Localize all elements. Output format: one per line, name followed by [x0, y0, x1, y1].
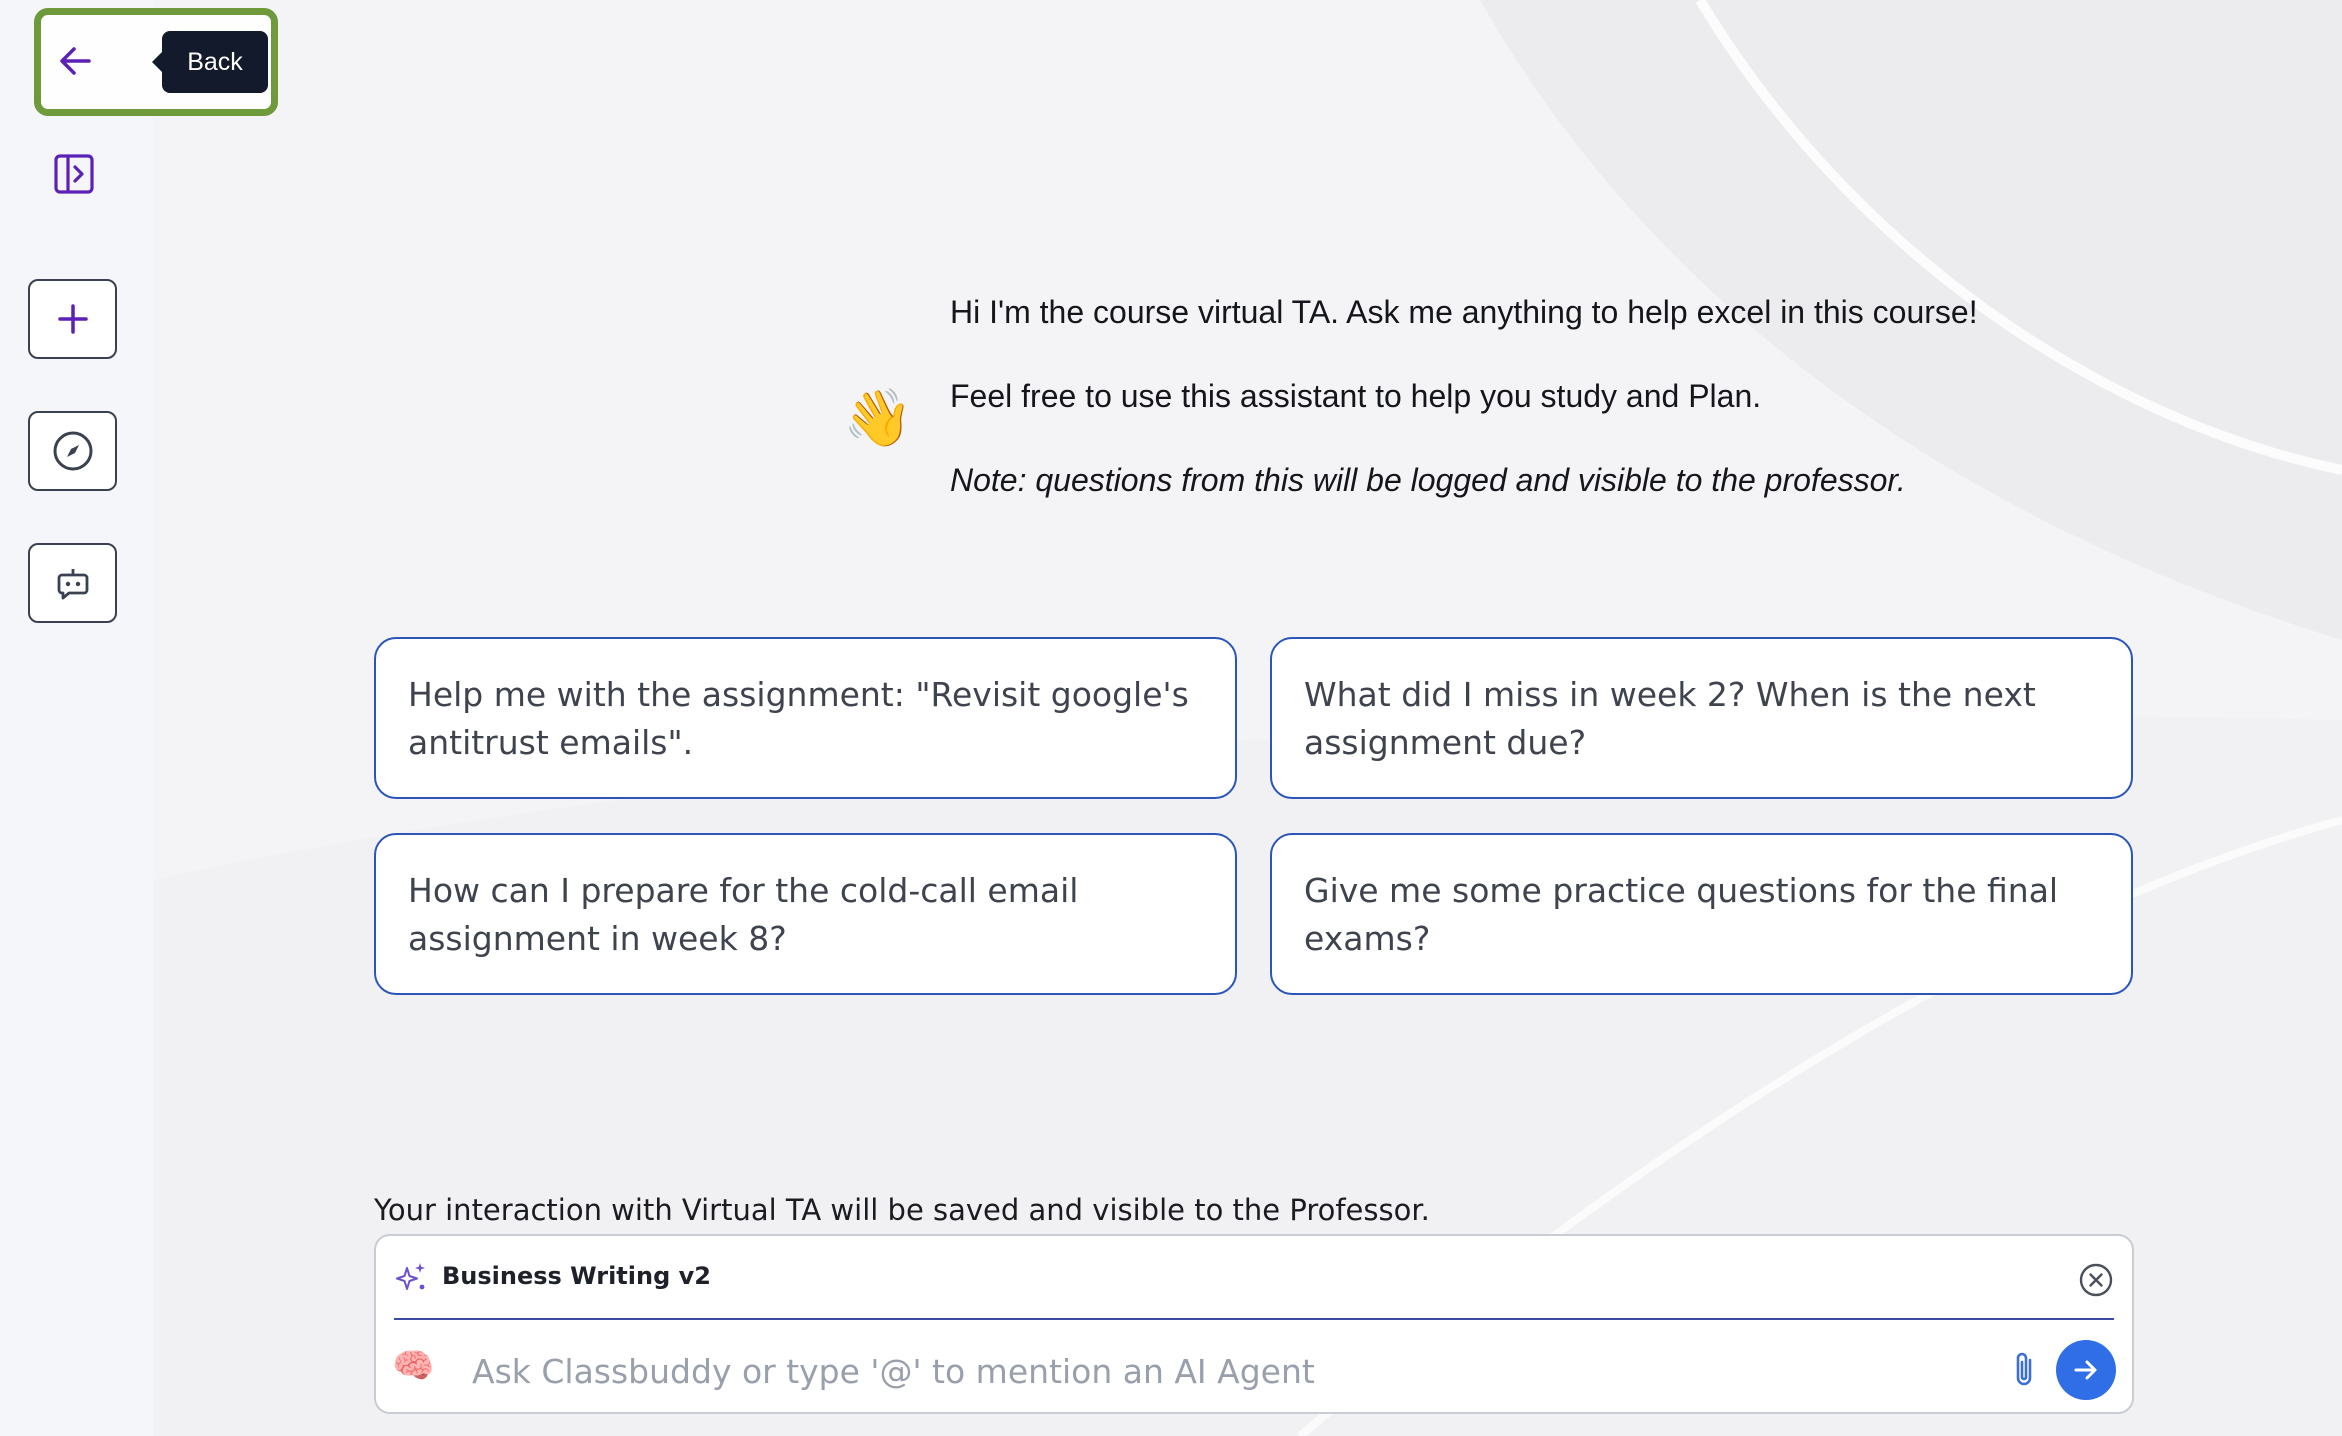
- suggestion-card[interactable]: Give me some practice questions for the …: [1270, 833, 2133, 995]
- disclaimer-text: Your interaction with Virtual TA will be…: [374, 1193, 1430, 1227]
- suggestion-card[interactable]: Help me with the assignment: "Revisit go…: [374, 637, 1237, 799]
- ask-input[interactable]: [470, 1340, 1474, 1402]
- intro-line-2: Feel free to use this assistant to help …: [950, 378, 1762, 414]
- new-chat-button[interactable]: [28, 279, 117, 359]
- suggestion-card[interactable]: How can I prepare for the cold-call emai…: [374, 833, 1237, 995]
- back-tooltip: Back: [152, 31, 268, 93]
- agent-name: Business Writing v2: [442, 1262, 711, 1290]
- plus-icon: [57, 304, 88, 334]
- arrow-left-icon: [60, 47, 91, 75]
- intro-line-1: Hi I'm the course virtual TA. Ask me any…: [950, 294, 1978, 330]
- selected-agent-row: Business Writing v2: [394, 1252, 2114, 1308]
- send-button[interactable]: [2056, 1340, 2116, 1400]
- brain-icon: 🧠: [392, 1346, 435, 1386]
- intro-message: Hi I'm the course virtual TA. Ask me any…: [950, 290, 2050, 542]
- paperclip-icon[interactable]: [2006, 1348, 2042, 1392]
- suggestion-card[interactable]: What did I miss in week 2? When is the n…: [1270, 637, 2133, 799]
- chat-composer: Business Writing v2 🧠: [374, 1234, 2134, 1414]
- waving-hand-icon: 👋: [843, 386, 913, 451]
- arrow-right-icon: [2074, 1360, 2097, 1380]
- sparkles-icon: [396, 1263, 425, 1290]
- sidebar: Back: [0, 0, 278, 1436]
- compass-icon: [53, 431, 92, 471]
- explore-button[interactable]: [28, 411, 117, 491]
- composer-divider: [394, 1318, 2114, 1320]
- agents-button[interactable]: [28, 543, 117, 623]
- intro-note: Note: questions from this will be logged…: [950, 462, 1906, 498]
- toggle-panel-button[interactable]: [50, 150, 98, 198]
- back-button[interactable]: [51, 40, 99, 82]
- sidebar-expand-icon: [54, 154, 94, 194]
- bot-chat-icon: [57, 569, 88, 600]
- clear-agent-icon[interactable]: [2078, 1262, 2114, 1298]
